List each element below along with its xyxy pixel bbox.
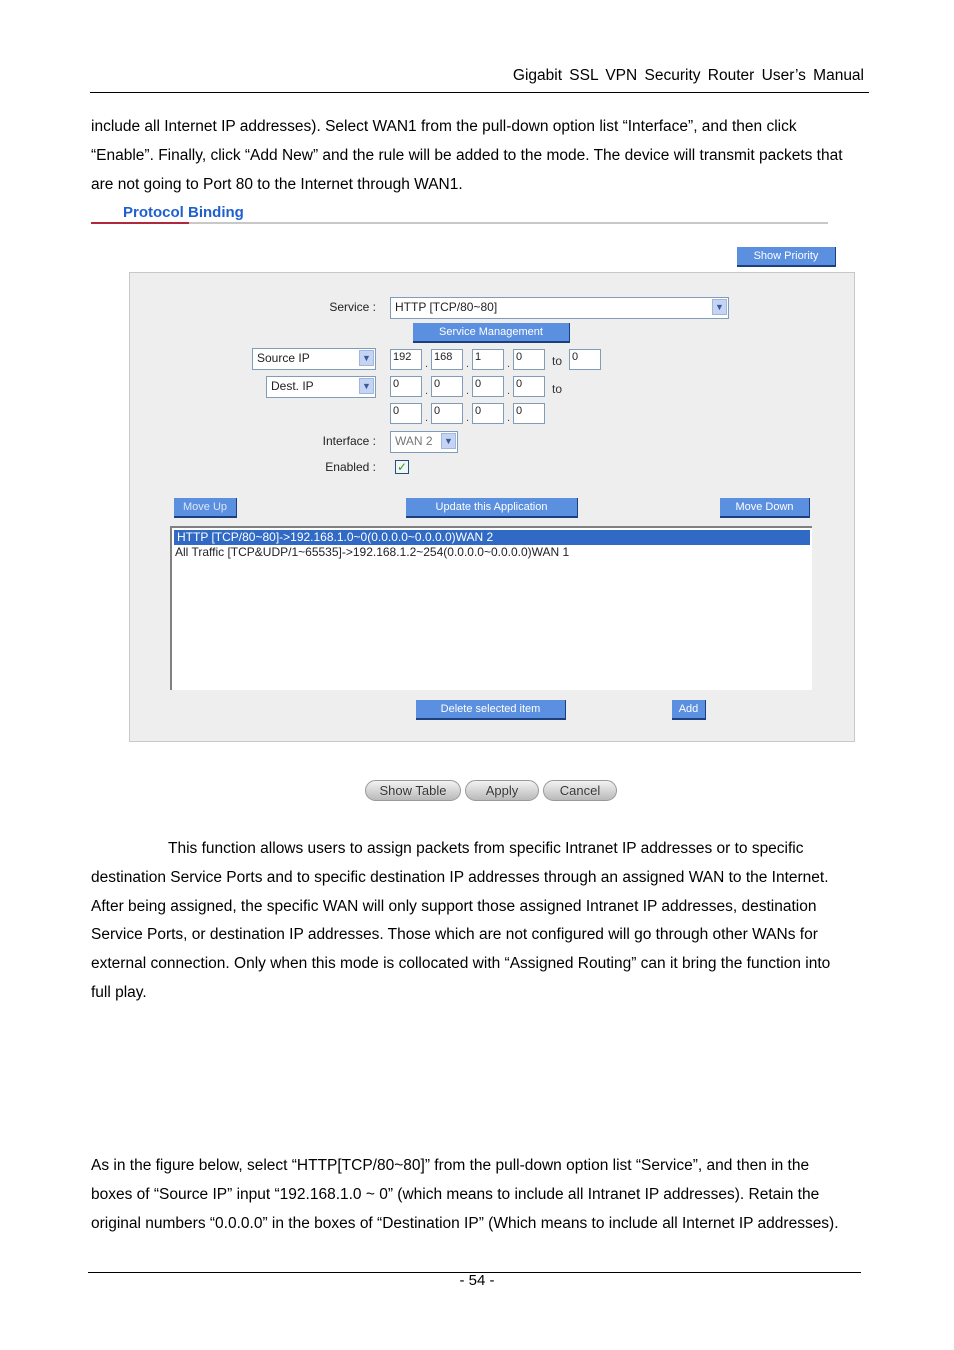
chevron-down-icon: ▼ <box>712 299 727 315</box>
text-line: external connection. Only when this mode… <box>91 955 831 973</box>
text-line: destination Service Ports and to specifi… <box>91 868 829 886</box>
section-title: Protocol Binding <box>123 204 244 221</box>
text-line: full play. <box>91 983 147 1001</box>
text-line: After being assigned, the specific WAN w… <box>91 897 817 915</box>
text-line: boxes of “Source IP” input “192.168.1.0 … <box>91 1185 820 1203</box>
text-line: original numbers “0.0.0.0” in the boxes … <box>91 1214 839 1232</box>
description-paragraph: This function allows users to assign pac… <box>91 835 871 1008</box>
update-application-button[interactable]: Update this Application <box>406 498 578 518</box>
text-line: As in the figure below, select “HTTP[TCP… <box>91 1157 810 1174</box>
text-line: “Enable”. Finally, click “Add New” and t… <box>91 146 843 164</box>
dest-ip-from-octet-3[interactable]: 0 <box>472 376 504 397</box>
enabled-label: Enabled : <box>325 460 376 474</box>
page-header-title: Gigabit SSL VPN Security Router User’s M… <box>512 67 864 84</box>
service-management-button[interactable]: Service Management <box>413 323 570 343</box>
dot-separator: . <box>425 358 429 370</box>
show-table-button[interactable]: Show Table <box>365 780 461 801</box>
dot-separator: . <box>507 358 511 370</box>
dot-separator: . <box>466 385 470 397</box>
dest-ip-select[interactable]: Dest. IP ▼ <box>266 376 376 398</box>
page-number: - 54 - <box>459 1272 495 1289</box>
chevron-down-icon: ▼ <box>359 350 374 366</box>
section-rule-accent <box>91 222 189 224</box>
delete-selected-button[interactable]: Delete selected item <box>416 700 566 720</box>
example-paragraph: As in the figure below, select “HTTP[TCP… <box>91 1152 891 1238</box>
source-ip-octet-1[interactable]: 192 <box>390 349 422 370</box>
text-line: include all Internet IP addresses). Sele… <box>91 118 797 135</box>
text-line: This function allows users to assign pac… <box>168 840 804 857</box>
dot-separator: . <box>466 412 470 424</box>
rule-list-item-selected[interactable]: HTTP [TCP/80~80]->192.168.1.0~0(0.0.0.0~… <box>174 530 810 545</box>
section-rule <box>91 222 828 224</box>
source-ip-octet-3[interactable]: 1 <box>472 349 504 370</box>
source-ip-octet-4[interactable]: 0 <box>513 349 545 370</box>
to-label: to <box>552 382 563 396</box>
dest-ip-from-octet-2[interactable]: 0 <box>431 376 463 397</box>
source-ip-octet-2[interactable]: 168 <box>431 349 463 370</box>
text-line: are not going to Port 80 to the Internet… <box>91 175 463 193</box>
dest-ip-from-octet-1[interactable]: 0 <box>390 376 422 397</box>
source-ip-to[interactable]: 0 <box>569 349 601 370</box>
cancel-button[interactable]: Cancel <box>543 780 617 801</box>
dot-separator: . <box>507 385 511 397</box>
dot-separator: . <box>466 358 470 370</box>
interface-value: WAN 2 <box>395 434 433 448</box>
intro-paragraph: include all Internet IP addresses). Sele… <box>91 113 871 199</box>
dest-ip-to-octet-1[interactable]: 0 <box>390 403 422 424</box>
dest-ip-from-octet-4[interactable]: 0 <box>513 376 545 397</box>
chevron-down-icon: ▼ <box>441 433 456 449</box>
dest-ip-to-octet-3[interactable]: 0 <box>472 403 504 424</box>
dest-ip-to-octet-2[interactable]: 0 <box>431 403 463 424</box>
header-rule <box>90 92 869 93</box>
source-select-value: Source IP <box>257 351 310 365</box>
rule-list[interactable]: HTTP [TCP/80~80]->192.168.1.0~0(0.0.0.0~… <box>170 526 812 690</box>
dest-select-value: Dest. IP <box>271 379 314 393</box>
service-select[interactable]: HTTP [TCP/80~80] ▼ <box>390 297 729 319</box>
enabled-checkbox[interactable]: ✓ <box>395 460 409 474</box>
apply-button[interactable]: Apply <box>465 780 539 801</box>
move-down-button[interactable]: Move Down <box>720 498 810 518</box>
dot-separator: . <box>425 412 429 424</box>
show-priority-button[interactable]: Show Priority <box>737 247 836 267</box>
text-line: Service Ports, or destination IP address… <box>91 926 818 944</box>
checkmark-icon: ✓ <box>396 460 408 474</box>
dot-separator: . <box>425 385 429 397</box>
move-up-button[interactable]: Move Up <box>174 498 237 518</box>
dot-separator: . <box>507 412 511 424</box>
interface-select[interactable]: WAN 2 ▼ <box>390 431 458 453</box>
to-label: to <box>552 354 563 368</box>
source-ip-select[interactable]: Source IP ▼ <box>252 348 376 370</box>
interface-label: Interface : <box>322 434 376 448</box>
rule-list-item[interactable]: All Traffic [TCP&UDP/1~65535]->192.168.1… <box>172 545 812 560</box>
dest-ip-to-octet-4[interactable]: 0 <box>513 403 545 424</box>
service-value: HTTP [TCP/80~80] <box>395 300 498 314</box>
service-label: Service : <box>329 300 376 314</box>
add-button[interactable]: Add <box>672 700 706 720</box>
chevron-down-icon: ▼ <box>359 378 374 394</box>
